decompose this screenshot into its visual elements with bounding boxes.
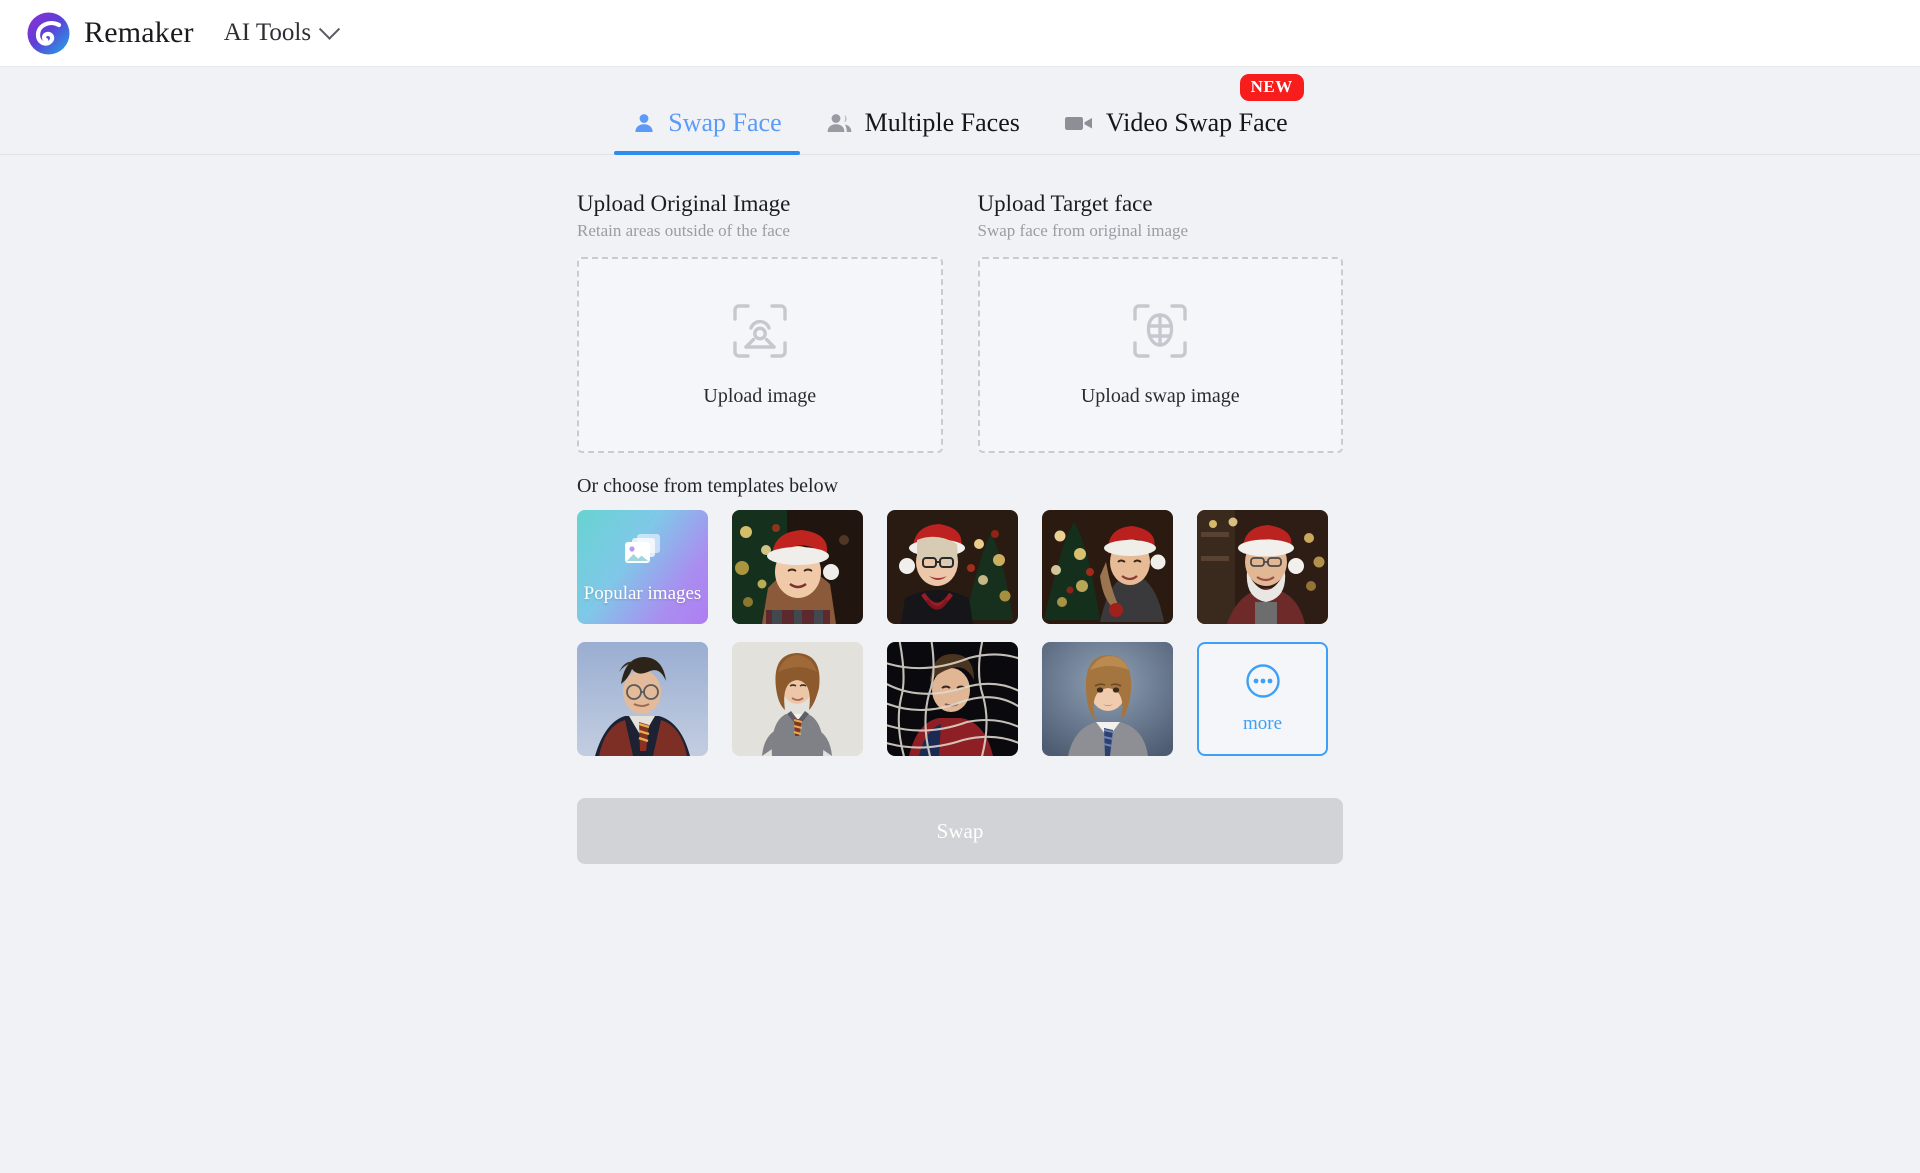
tab-multiple-faces-label: Multiple Faces	[864, 108, 1020, 137]
template-tile[interactable]	[887, 642, 1018, 756]
brand-name: Remaker	[84, 16, 194, 49]
template-tile[interactable]	[577, 642, 708, 756]
template-popular-images[interactable]: Popular images	[577, 510, 708, 624]
schoolgirl-grey-blazer-blue-tie	[1042, 642, 1173, 756]
upload-target-column: Upload Target face Swap face from origin…	[977, 191, 1343, 453]
app-header: Remaker AI Tools	[0, 0, 1920, 67]
content-canvas: Upload Original Image Retain areas outsi…	[577, 191, 1343, 864]
face-oval-crosshair-frame-icon	[1131, 302, 1189, 365]
tab-swap-face-label: Swap Face	[668, 108, 782, 137]
older-woman-glasses-santa-hat-red-beads	[887, 510, 1018, 624]
spiderman-peter-parker-in-webs	[887, 642, 1018, 756]
multiple-people-icon	[826, 111, 853, 135]
template-tile[interactable]	[1042, 510, 1173, 624]
video-camera-icon	[1064, 112, 1094, 134]
tab-bar: Swap Face Multiple Faces NEW Video Swap …	[0, 67, 1920, 155]
bearded-man-santa-hat-maroon-sweater	[1197, 510, 1328, 624]
upload-target-title: Upload Target face	[977, 191, 1153, 216]
template-grid: Popular images more	[577, 510, 1343, 756]
upload-original-dropzone-label: Upload image	[703, 385, 817, 407]
hermione-granger-grey-sweater	[732, 642, 863, 756]
swap-button[interactable]: Swap	[577, 798, 1343, 864]
ai-tools-label: AI Tools	[223, 19, 312, 46]
template-tile[interactable]	[887, 510, 1018, 624]
upload-original-column: Upload Original Image Retain areas outsi…	[577, 191, 943, 453]
young-woman-santa-hat-christmas-tree	[1042, 510, 1173, 624]
remaker-swirl-logo-icon	[26, 11, 71, 56]
tab-swap-face[interactable]: Swap Face	[610, 108, 803, 155]
tab-video-swap-face-label: Video Swap Face	[1105, 108, 1288, 137]
single-person-icon	[632, 111, 656, 135]
upload-target-dropzone[interactable]: Upload swap image	[977, 257, 1343, 453]
more-templates-button[interactable]: more	[1197, 642, 1328, 756]
tab-multiple-faces[interactable]: Multiple Faces	[804, 108, 1042, 154]
popular-images-label: Popular images	[583, 582, 702, 604]
upload-original-title: Upload Original Image	[577, 191, 791, 216]
girl-in-santa-hat-christmas-lights	[732, 510, 863, 624]
chevron-down-icon	[318, 18, 341, 40]
stacked-photos-icon	[620, 530, 666, 575]
brand[interactable]: Remaker	[26, 11, 194, 56]
harry-potter-gryffindor-robes	[577, 642, 708, 756]
templates-label: Or choose from templates below	[577, 475, 839, 497]
template-tile[interactable]	[1042, 642, 1173, 756]
ai-tools-menu[interactable]: AI Tools	[223, 18, 341, 47]
template-tile[interactable]	[732, 510, 863, 624]
upload-original-dropzone[interactable]: Upload image	[577, 257, 943, 453]
more-label: more	[1242, 713, 1283, 734]
tab-video-swap-face[interactable]: NEW Video Swap Face	[1042, 74, 1310, 154]
upload-original-subtitle: Retain areas outside of the face	[577, 221, 790, 240]
swap-button-label: Swap	[936, 818, 984, 843]
upload-target-dropzone-label: Upload swap image	[1080, 385, 1240, 407]
upload-row: Upload Original Image Retain areas outsi…	[577, 191, 1343, 453]
main-content: Upload Original Image Retain areas outsi…	[0, 155, 1920, 864]
upload-target-subtitle: Swap face from original image	[977, 221, 1189, 240]
face-scan-frame-icon	[731, 302, 789, 365]
new-badge: NEW	[1239, 74, 1304, 101]
template-tile[interactable]	[732, 642, 863, 756]
ellipsis-circle-icon	[1245, 663, 1281, 704]
template-tile[interactable]	[1197, 510, 1328, 624]
